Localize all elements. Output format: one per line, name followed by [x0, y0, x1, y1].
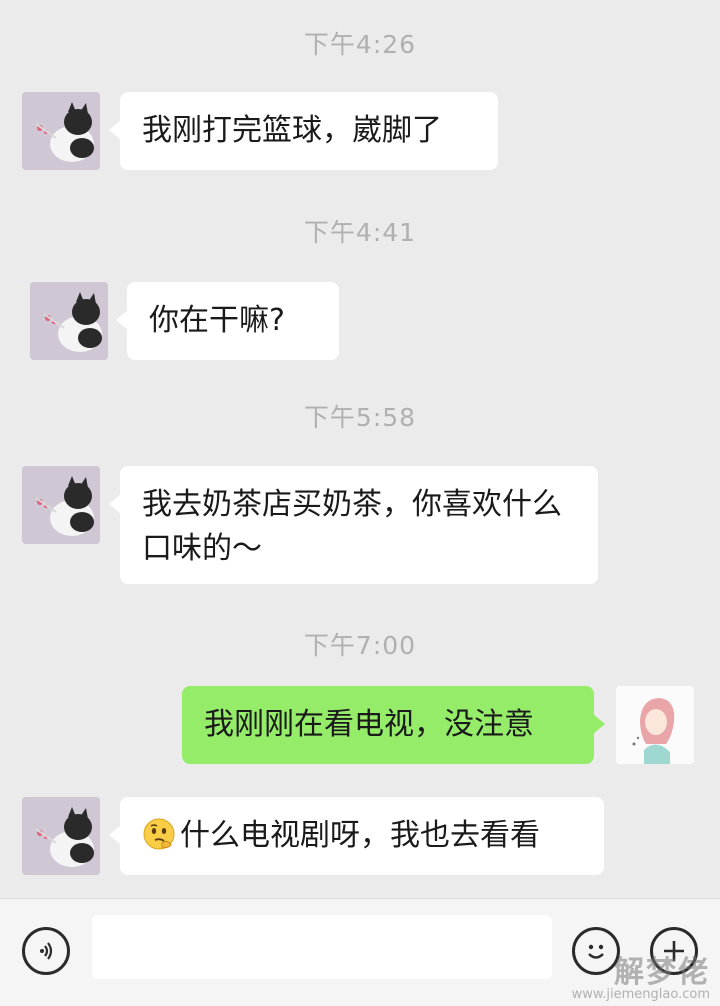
watermark-url: www.jiemenglao.com	[571, 987, 710, 1002]
message-bubble[interactable]: 我刚打完篮球，崴脚了	[109, 92, 498, 170]
cat-avatar-icon	[22, 466, 100, 544]
voice-button[interactable]	[22, 927, 70, 975]
message-text: 什么电视剧呀，我也去看看	[180, 818, 540, 853]
message-text: 我去奶茶店买奶茶，你喜欢什么口味的～	[142, 487, 562, 566]
message-input[interactable]	[92, 915, 552, 979]
contact-avatar[interactable]	[22, 466, 100, 544]
contact-avatar[interactable]	[22, 92, 100, 170]
watermark: 解梦佬 www.jiemenglao.com	[572, 947, 710, 1002]
contact-avatar[interactable]	[30, 282, 108, 360]
timestamp: 下午5:58	[303, 403, 417, 432]
timestamp: 下午4:41	[303, 218, 417, 247]
thinking-face-emoji-icon	[143, 818, 175, 850]
message-bubble[interactable]: 你在干嘛?	[116, 282, 339, 360]
voice-icon	[40, 942, 53, 960]
cat-avatar-icon	[22, 797, 100, 875]
my-avatar[interactable]	[616, 686, 694, 764]
watermark-title: 解梦佬	[614, 955, 710, 990]
timestamp: 下午4:26	[303, 30, 417, 59]
message-bubble[interactable]: 什么电视剧呀，我也去看看	[109, 797, 604, 875]
cat-avatar-icon	[30, 282, 108, 360]
timestamp: 下午7:00	[303, 631, 417, 660]
contact-avatar[interactable]	[22, 797, 100, 875]
message-text: 我刚打完篮球，崴脚了	[142, 113, 442, 148]
cat-avatar-icon	[22, 92, 100, 170]
message-bubble[interactable]: 我去奶茶店买奶茶，你喜欢什么口味的～	[109, 466, 598, 584]
input-bar: 解梦佬 www.jiemenglao.com	[0, 898, 720, 1006]
my-message-bubble[interactable]: 我刚刚在看电视，没注意	[182, 686, 605, 764]
message-text: 你在干嘛?	[149, 303, 285, 338]
girl-avatar-icon	[616, 686, 694, 764]
message-text: 我刚刚在看电视，没注意	[204, 707, 534, 742]
chat-area[interactable]: 下午4:26 我刚打完篮球，崴脚了 下午4:41 你在干嘛? 下午5:58 我去…	[0, 0, 720, 898]
